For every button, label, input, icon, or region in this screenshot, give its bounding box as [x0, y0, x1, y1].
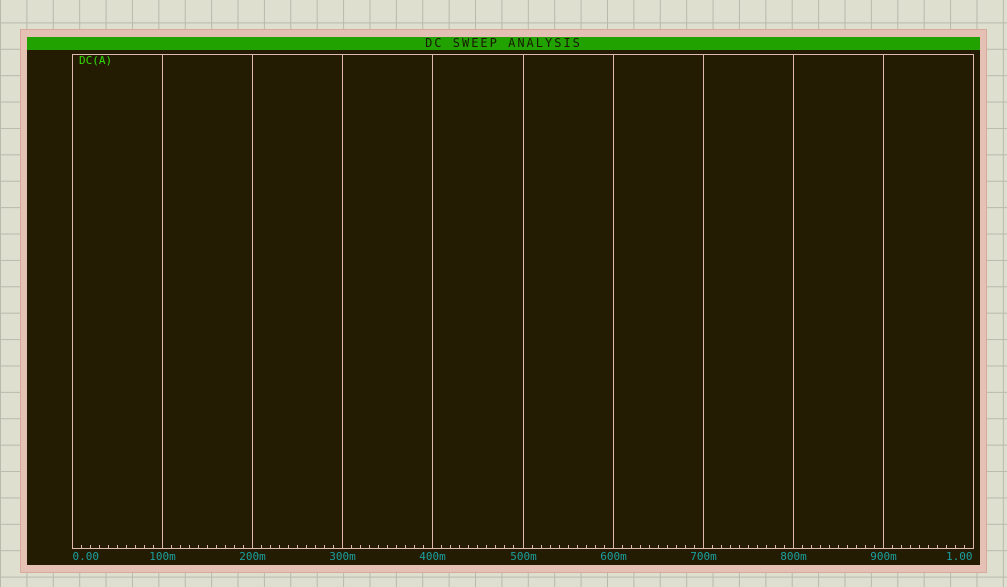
x-tick-label: 800m [780, 550, 807, 563]
x-tick-label: 0.00 [73, 550, 100, 563]
dc-sweep-graph[interactable]: DC SWEEP ANALYSIS 0.00 100m 200m 300m 400m 50… [27, 37, 980, 565]
x-tick-label: 600m [600, 550, 627, 563]
x-tick-label: 900m [870, 550, 897, 563]
x-tick-label: 1.00 [946, 550, 973, 563]
plot-area: 0.00 100m 200m 300m 400m 500m 600m 700m 800m 900m… [72, 54, 974, 563]
x-tick-label: 100m [149, 550, 176, 563]
x-tick-label: 300m [329, 550, 356, 563]
x-tick-label: 700m [690, 550, 717, 563]
legend-series-dc-a: DC(A) [79, 54, 112, 67]
x-tick-label: 200m [239, 550, 266, 563]
x-tick-label: 400m [419, 550, 446, 563]
x-tick-label: 500m [510, 550, 537, 563]
